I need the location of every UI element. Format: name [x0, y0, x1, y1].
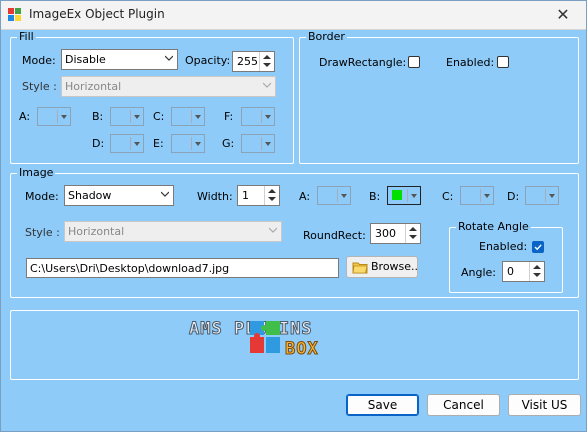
image-width-value: 1 — [242, 189, 249, 202]
image-mode-select[interactable]: Shadow — [64, 185, 174, 206]
image-style-select[interactable]: Horizontal — [64, 221, 282, 242]
puzzle-icon — [250, 321, 280, 353]
image-color-b-picker[interactable] — [387, 186, 421, 205]
image-legend: Image — [17, 166, 56, 179]
visit-us-button[interactable]: Visit US — [508, 394, 581, 416]
fill-color-b-picker[interactable] — [110, 107, 144, 126]
spinner-buttons[interactable] — [259, 52, 274, 71]
image-color-c-picker[interactable] — [460, 186, 494, 205]
logo-line2: BOX — [285, 339, 319, 360]
fill-color-a-picker[interactable] — [37, 107, 71, 126]
image-mode-label: Mode: — [25, 190, 59, 203]
cancel-label: Cancel — [443, 398, 484, 412]
image-path-input[interactable]: C:\Users\Dri\Desktop\download7.jpg — [26, 258, 339, 278]
chevron-down-icon — [165, 55, 173, 61]
checkmark-icon — [534, 244, 542, 251]
arrow-up-icon[interactable] — [533, 265, 541, 269]
fill-opacity-spinner[interactable]: 255 — [232, 51, 275, 72]
close-icon[interactable]: ✕ — [546, 3, 580, 27]
fill-style-select[interactable]: Horizontal — [61, 76, 276, 97]
rotate-enabled-label: Enabled: — [479, 240, 528, 253]
arrow-up-icon[interactable] — [263, 55, 271, 59]
fill-legend: Fill — [17, 30, 36, 43]
plugin-window: ImageEx Object Plugin ✕ Fill Mode: Disab… — [0, 0, 587, 432]
image-width-spinner[interactable]: 1 — [237, 185, 280, 206]
rotate-legend: Rotate Angle — [456, 220, 531, 233]
angle-value: 0 — [507, 265, 514, 278]
spinner-buttons[interactable] — [529, 262, 544, 281]
border-enabled-checkbox[interactable] — [497, 56, 509, 68]
fill-mode-select[interactable]: Disable — [61, 49, 178, 70]
angle-spinner[interactable]: 0 — [502, 261, 545, 282]
image-color-a-label: A: — [299, 190, 311, 203]
rotate-enabled-checkbox[interactable] — [532, 241, 544, 253]
image-color-c-label: C: — [442, 190, 454, 203]
chevron-down-icon — [269, 227, 277, 233]
draw-rectangle-label: DrawRectangle: — [319, 56, 407, 69]
image-width-label: Width: — [197, 190, 233, 203]
fill-color-g-label: G: — [222, 137, 235, 150]
arrow-up-icon[interactable] — [268, 189, 276, 193]
image-path-value: C:\Users\Dri\Desktop\download7.jpg — [30, 262, 230, 275]
browse-button[interactable]: Browse.. — [346, 256, 418, 278]
title-bar: ImageEx Object Plugin ✕ — [1, 1, 586, 30]
chevron-down-icon — [161, 191, 169, 197]
fill-color-c-picker[interactable] — [171, 107, 205, 126]
image-color-a-picker[interactable] — [317, 186, 351, 205]
roundrect-value: 300 — [375, 227, 396, 240]
image-color-d-label: D: — [507, 190, 520, 203]
border-enabled-label: Enabled: — [446, 56, 495, 69]
window-title: ImageEx Object Plugin — [29, 7, 165, 21]
ams-plugins-logo: AMS PLUGINS BOX — [189, 319, 399, 361]
arrow-up-icon[interactable] — [409, 227, 417, 231]
roundrect-spinner[interactable]: 300 — [370, 223, 421, 244]
arrow-down-icon[interactable] — [268, 197, 276, 201]
cancel-button[interactable]: Cancel — [427, 394, 500, 416]
image-mode-value: Shadow — [68, 189, 112, 202]
fill-color-c-label: C: — [153, 110, 165, 123]
fill-style-label: Style : — [22, 80, 57, 93]
fill-opacity-value: 255 — [237, 55, 258, 68]
image-color-d-picker[interactable] — [525, 186, 559, 205]
fill-color-d-picker[interactable] — [110, 134, 144, 153]
arrow-down-icon[interactable] — [263, 63, 271, 67]
rotate-angle-group: Rotate Angle — [449, 220, 563, 293]
app-icon — [8, 8, 21, 21]
fill-color-e-picker[interactable] — [171, 134, 205, 153]
folder-icon — [352, 262, 368, 274]
visit-us-label: Visit US — [521, 398, 568, 412]
fill-color-a-label: A: — [19, 110, 31, 123]
save-label: Save — [367, 398, 398, 412]
roundrect-label: RoundRect: — [303, 229, 366, 242]
save-button[interactable]: Save — [346, 394, 419, 416]
fill-color-g-picker[interactable] — [241, 134, 275, 153]
chevron-down-icon — [263, 82, 271, 88]
browse-label: Browse.. — [371, 260, 419, 273]
fill-color-d-label: D: — [92, 137, 105, 150]
image-style-label: Style : — [25, 226, 60, 239]
border-legend: Border — [306, 30, 347, 43]
arrow-down-icon[interactable] — [533, 273, 541, 277]
fill-style-value: Horizontal — [65, 80, 122, 93]
fill-color-f-label: F: — [224, 110, 234, 123]
image-color-b-label: B: — [369, 190, 381, 203]
fill-color-b-label: B: — [92, 110, 104, 123]
color-swatch — [392, 190, 402, 200]
angle-label: Angle: — [461, 266, 497, 279]
fill-opacity-label: Opacity: — [185, 54, 231, 67]
draw-rectangle-checkbox[interactable] — [408, 56, 420, 68]
arrow-down-icon[interactable] — [409, 235, 417, 239]
spinner-buttons[interactable] — [264, 186, 279, 205]
fill-color-f-picker[interactable] — [241, 107, 275, 126]
fill-mode-label: Mode: — [22, 54, 56, 67]
fill-mode-value: Disable — [65, 53, 106, 66]
fill-color-e-label: E: — [153, 137, 164, 150]
spinner-buttons[interactable] — [405, 224, 420, 243]
image-style-value: Horizontal — [68, 225, 125, 238]
